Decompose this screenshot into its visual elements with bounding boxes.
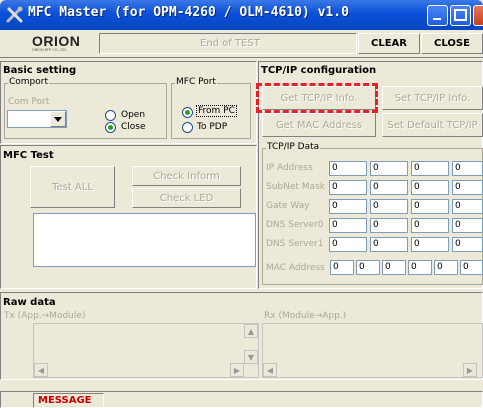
gateway-octet-4[interactable]: 0	[452, 199, 483, 214]
scroll-right-icon[interactable]: ▶	[230, 363, 244, 377]
ip-address-octet-4[interactable]: 0	[452, 161, 483, 176]
open-label: Open	[121, 110, 146, 120]
message-cell: MESSAGE	[33, 393, 104, 408]
status-text: End of TEST	[200, 38, 260, 49]
com-port-label: Com Port	[8, 97, 50, 107]
scroll-left-icon[interactable]: ◀	[34, 363, 48, 377]
tx-textarea[interactable]: ▲ ▼ ◀ ▶	[33, 323, 259, 378]
chevron-down-icon[interactable]	[50, 111, 66, 127]
window-title: MFC Master (for OPM-4260 / OLM-4610) v1.…	[28, 5, 349, 20]
dns-server0-label: DNS Server0	[266, 220, 324, 230]
dns-server1-octet-3[interactable]: 0	[411, 237, 449, 252]
maximize-icon	[454, 9, 467, 21]
dns-server1-label: DNS Server1	[266, 239, 324, 249]
dns-server1-octet-1[interactable]: 0	[329, 237, 367, 252]
mac-octet-4[interactable]: 0	[408, 260, 432, 275]
tcpip-title: TCP/IP configuration	[261, 65, 377, 76]
raw-data-title: Raw data	[3, 297, 56, 308]
comport-group-label: Comport	[8, 77, 50, 87]
gateway-octet-2[interactable]: 0	[370, 199, 408, 214]
dns-server1-octet-2[interactable]: 0	[370, 237, 408, 252]
mac-octet-3[interactable]: 0	[382, 260, 406, 275]
com-port-select[interactable]	[7, 110, 67, 128]
from-pc-label: From PC	[196, 105, 237, 117]
tx-label: Tx (App.→Module)	[4, 311, 86, 321]
open-radio[interactable]	[105, 110, 116, 121]
ip-address-octet-2[interactable]: 0	[370, 161, 408, 176]
dns-server0-octet-1[interactable]: 0	[329, 218, 367, 233]
mfc-test-output[interactable]	[33, 213, 256, 267]
gateway-octet-1[interactable]: 0	[329, 199, 367, 214]
ip-address-label: IP Address	[266, 163, 313, 173]
close-button[interactable]: CLOSE	[421, 33, 483, 54]
subnet-mask-octet-4[interactable]: 0	[452, 180, 483, 195]
close-window-button[interactable]	[473, 5, 483, 26]
dns-server1-octet-4[interactable]: 0	[452, 237, 483, 252]
set-tcpip-info-button[interactable]: Set TCP/IP Info.	[382, 86, 483, 110]
dns-server0-octet-4[interactable]: 0	[452, 218, 483, 233]
subnet-mask-octet-2[interactable]: 0	[370, 180, 408, 195]
tcpip-data-group-label: TCP/IP Data	[266, 142, 321, 152]
mac-octet-1[interactable]: 0	[330, 260, 354, 275]
scroll-down-icon[interactable]: ▼	[244, 350, 258, 364]
maximize-button[interactable]	[450, 5, 471, 26]
check-inform-button[interactable]: Check Inform	[132, 166, 241, 186]
to-pdp-label: To PDP	[197, 122, 228, 132]
get-mac-address-button[interactable]: Get MAC Address	[262, 113, 376, 137]
check-led-button[interactable]: Check LED	[132, 188, 241, 208]
minimize-button[interactable]	[427, 5, 448, 26]
ip-address-octet-3[interactable]: 0	[411, 161, 449, 176]
test-all-button[interactable]: Test ALL	[30, 166, 115, 208]
logo-text: ORION	[32, 33, 81, 49]
mfc-test-title: MFC Test	[3, 150, 54, 161]
close-radio[interactable]	[105, 122, 116, 133]
tools-icon	[6, 6, 23, 23]
set-default-tcpip-button[interactable]: Set Default TCP/IP	[382, 113, 483, 137]
orion-logo: ORION ORION RFP CO.,LTD.	[32, 33, 82, 54]
clear-button[interactable]: CLEAR	[358, 33, 420, 54]
to-pdp-radio[interactable]	[182, 122, 193, 133]
subnet-mask-octet-3[interactable]: 0	[411, 180, 449, 195]
minimize-icon	[433, 18, 441, 20]
mac-address-label: MAC Address	[266, 263, 325, 273]
subnet-mask-octet-1[interactable]: 0	[329, 180, 367, 195]
close-label: Close	[121, 122, 146, 132]
from-pc-radio[interactable]	[182, 107, 193, 118]
gateway-octet-3[interactable]: 0	[411, 199, 449, 214]
mac-octet-2[interactable]: 0	[356, 260, 380, 275]
dns-server0-octet-3[interactable]: 0	[411, 218, 449, 233]
mac-octet-6[interactable]: 0	[460, 260, 483, 275]
scroll-right-icon[interactable]: ▶	[463, 363, 477, 377]
mac-octet-5[interactable]: 0	[434, 260, 458, 275]
mfc-port-group-label: MFC Port	[175, 77, 217, 87]
dns-server0-octet-2[interactable]: 0	[370, 218, 408, 233]
ip-address-octet-1[interactable]: 0	[329, 161, 367, 176]
gateway-label: Gate Way	[266, 201, 310, 211]
basic-setting-title: Basic setting	[3, 65, 77, 76]
highlight-box	[256, 83, 378, 113]
logo-subtext: ORION RFP CO.,LTD.	[32, 48, 68, 52]
rx-label: Rx (Module→App.)	[264, 311, 347, 321]
subnet-mask-label: SubNet Mask	[266, 182, 325, 192]
scroll-up-icon[interactable]: ▲	[244, 324, 258, 338]
rx-textarea[interactable]: ◀ ▶	[262, 323, 483, 378]
scroll-left-icon[interactable]: ◀	[263, 363, 277, 377]
status-field: End of TEST	[99, 33, 357, 54]
message-label: MESSAGE	[38, 395, 92, 406]
